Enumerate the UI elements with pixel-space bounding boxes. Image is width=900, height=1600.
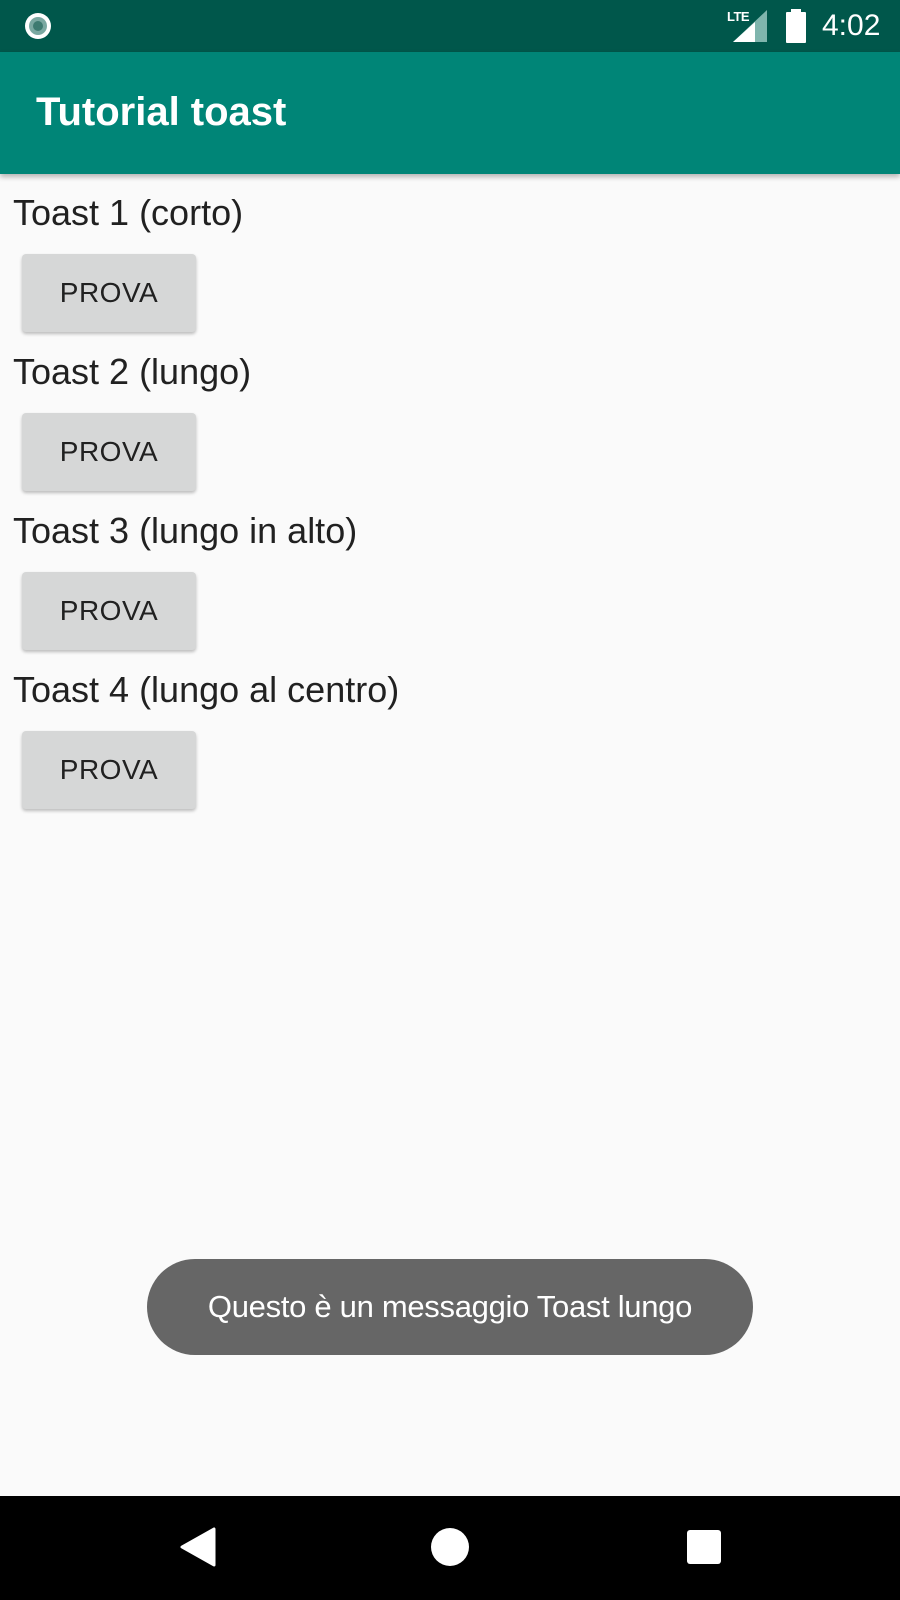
status-bar: LTE 4:02 — [0, 0, 900, 52]
battery-icon — [786, 9, 806, 43]
toast-2-label: Toast 2 (lungo) — [13, 351, 252, 392]
home-icon[interactable] — [431, 1528, 469, 1566]
toast-1-label: Toast 1 (corto) — [13, 192, 244, 233]
toast-message: Questo è un messaggio Toast lungo — [147, 1259, 753, 1355]
app-title: Tutorial toast — [36, 90, 287, 134]
circle-notification-icon — [25, 13, 51, 39]
status-time: 4:02 — [822, 9, 881, 42]
toast-3-try-button[interactable]: PROVA — [22, 572, 196, 650]
toast-1-try-button[interactable]: PROVA — [22, 254, 196, 332]
navigation-bar — [0, 1496, 900, 1600]
signal-icon — [733, 10, 767, 42]
app-bar: Tutorial toast — [0, 52, 900, 174]
toast-3-label: Toast 3 (lungo in alto) — [13, 510, 358, 551]
toast-2-try-button[interactable]: PROVA — [22, 413, 196, 491]
recent-apps-icon[interactable] — [687, 1530, 721, 1564]
toast-4-try-button[interactable]: PROVA — [22, 731, 196, 809]
back-icon[interactable] — [180, 1527, 216, 1567]
toast-4-label: Toast 4 (lungo al centro) — [13, 669, 400, 710]
